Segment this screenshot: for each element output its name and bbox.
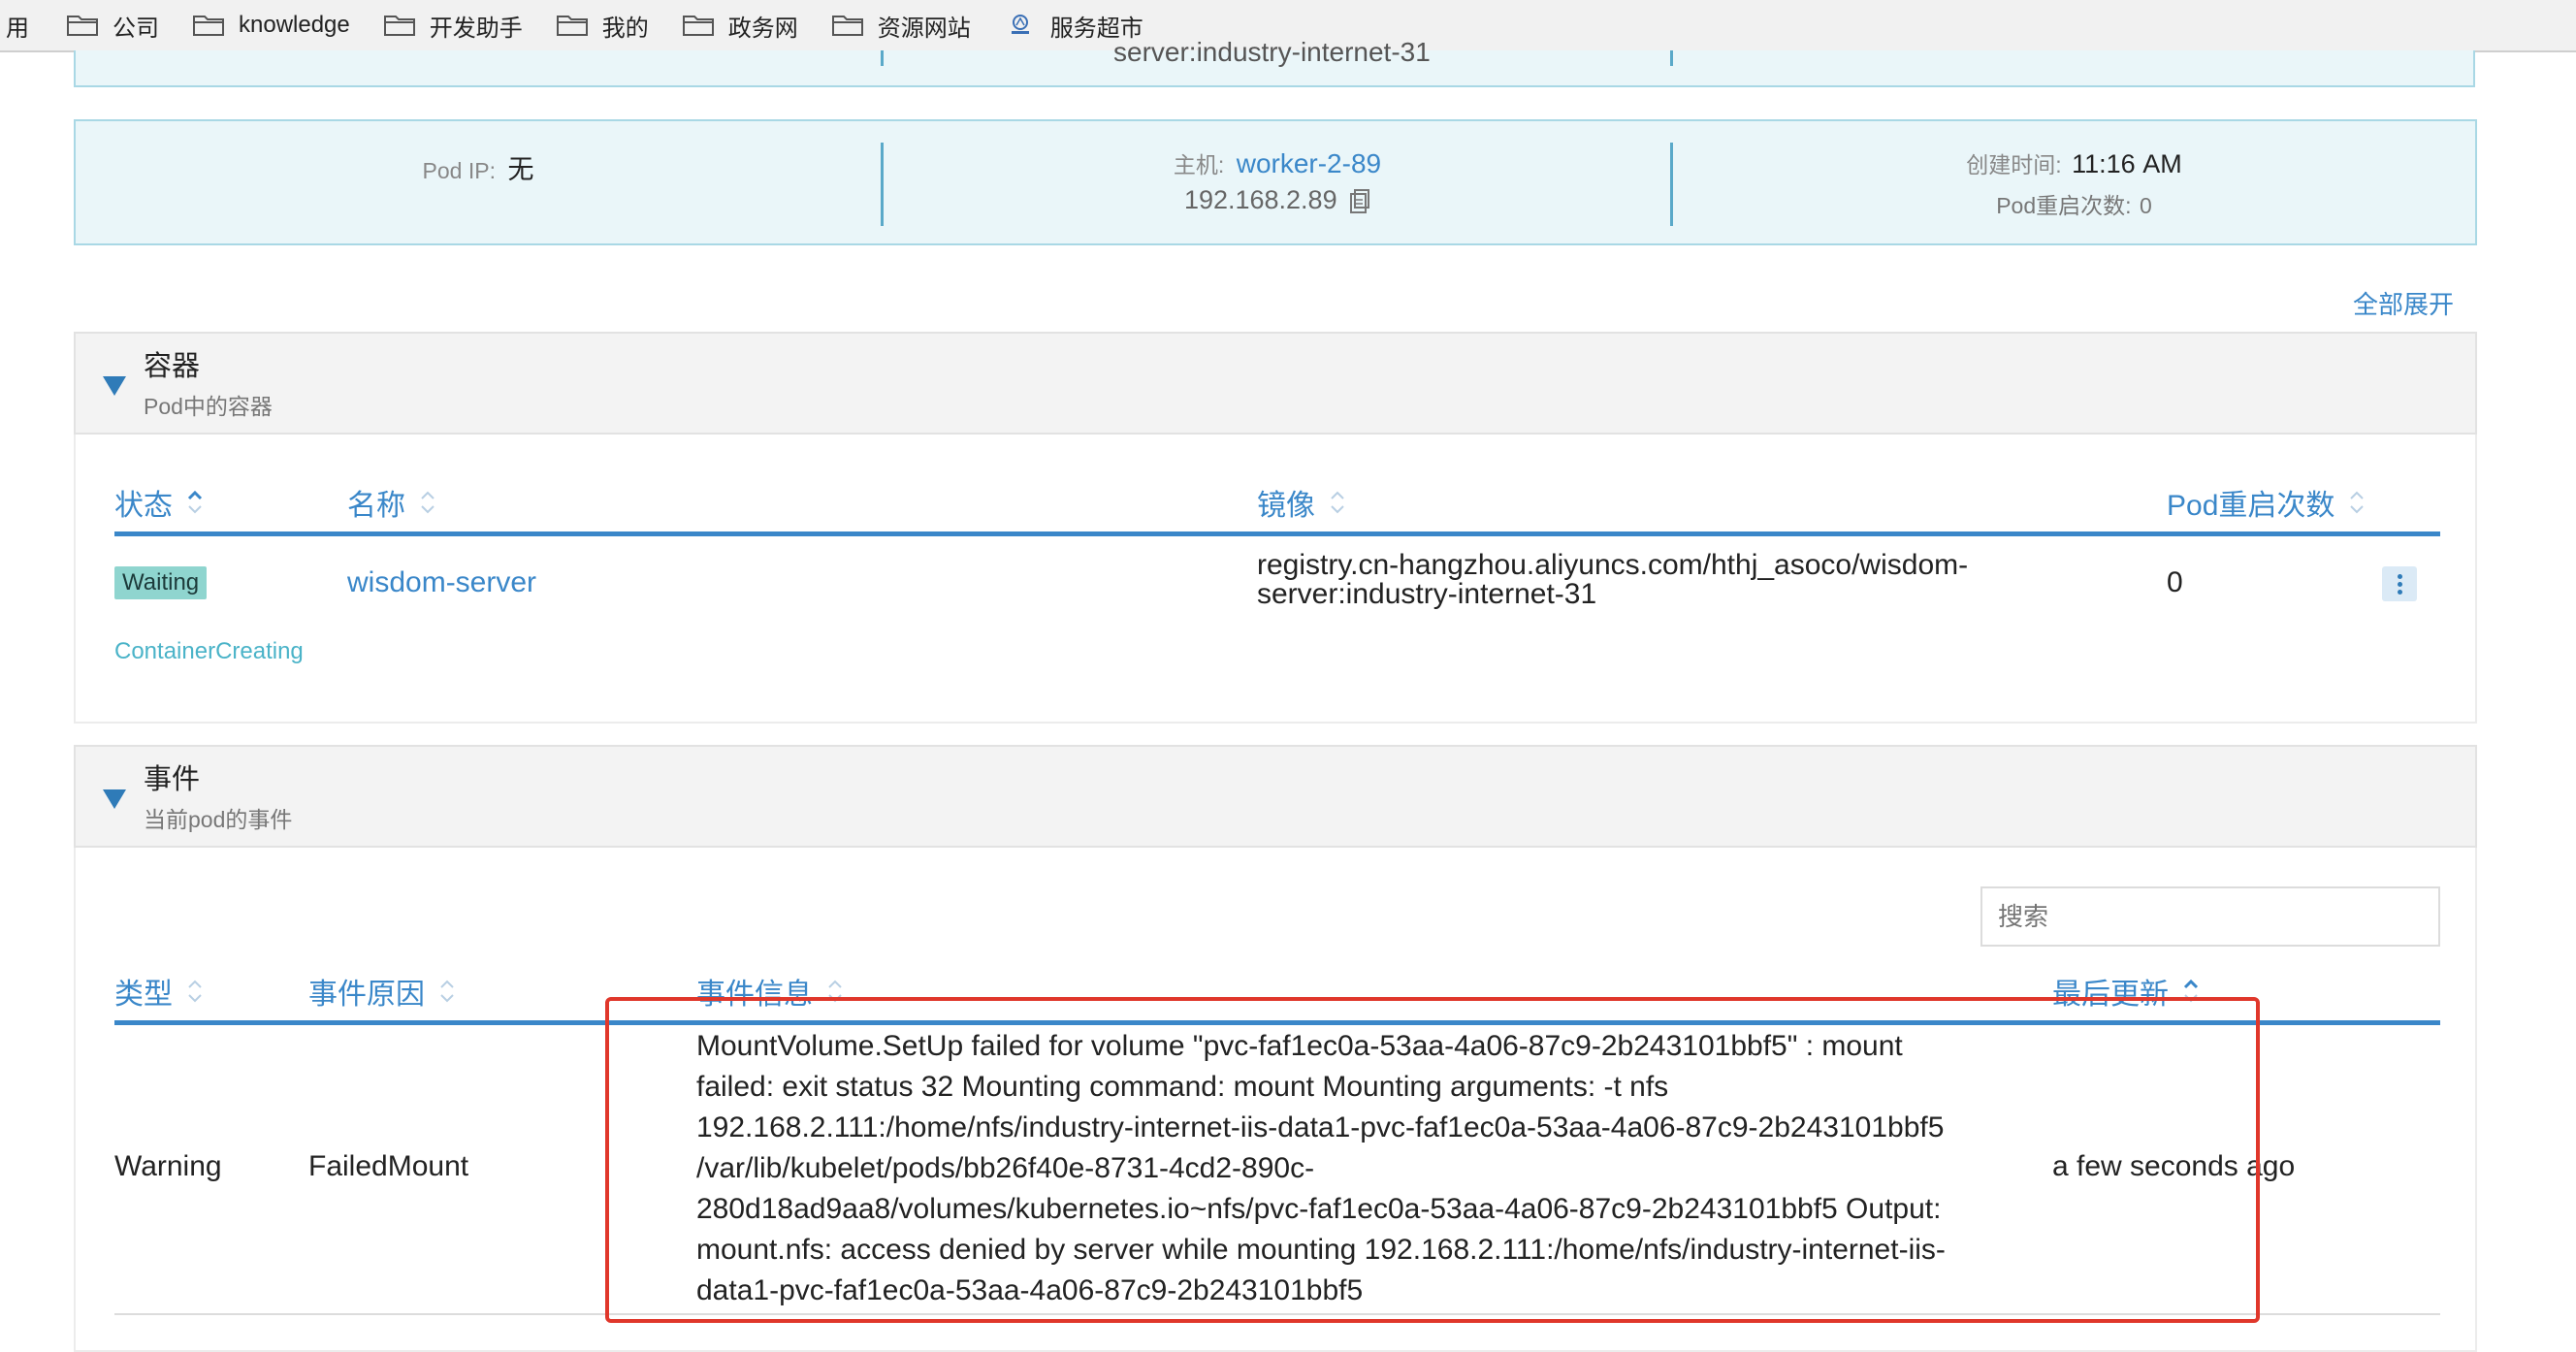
events-panel-body: 类型 事件原因 事件信息 最后更新 Warning FailedMount Mo… [74, 848, 2477, 1352]
host-cell: 主机: worker-2-89 192.168.2.89 [884, 121, 1671, 243]
bookmark-dev-helper[interactable]: 开发助手 [383, 9, 523, 43]
event-message-line: data1-pvc-faf1ec0a-53aa-4a06-87c9-2b2431… [696, 1274, 1364, 1306]
created-value: 11:16 AM [2072, 149, 2182, 178]
event-message: MountVolume.SetUp failed for volume "pvc… [696, 1026, 1946, 1311]
column-label: 事件原因 [308, 979, 425, 1011]
divider [1670, 50, 1673, 66]
site-logo-icon [1004, 14, 1037, 37]
bookmark-label: 政务网 [727, 15, 798, 42]
folder-icon [383, 14, 416, 37]
host-label: 主机: [1173, 152, 1225, 177]
column-header-image[interactable]: 镜像 [1257, 481, 1346, 524]
column-label: 状态 [114, 490, 173, 522]
event-message-line: mount.nfs: access denied by server while… [696, 1234, 1946, 1266]
sort-icon[interactable] [2348, 488, 2366, 517]
created-cell: 创建时间: 11:16 AM Pod重启次数: 0 [1673, 121, 2475, 243]
copy-icon[interactable] [1349, 189, 1370, 219]
event-message-line: MountVolume.SetUp failed for volume "pvc… [696, 1030, 1903, 1062]
status-badge: Waiting [114, 566, 208, 599]
column-header-name[interactable]: 名称 [347, 481, 436, 524]
restart-label: Pod重启次数: [1996, 193, 2132, 218]
column-header-message[interactable]: 事件信息 [696, 970, 844, 1013]
bookmark-label: knowledge [239, 12, 350, 38]
event-last-updated: a few seconds ago [2052, 1150, 2296, 1182]
collapse-triangle-icon[interactable] [103, 789, 126, 809]
created-label: 创建时间: [1966, 152, 2062, 177]
container-summary-box: server:industry-internet-31 [74, 37, 2475, 87]
restart-value: 0 [2139, 193, 2152, 218]
more-actions-icon[interactable] [2382, 566, 2417, 601]
bookmark-label: 公司 [113, 15, 159, 42]
sort-asc-icon[interactable] [186, 488, 204, 517]
event-message-line: failed: exit status 32 Mounting command:… [696, 1071, 1669, 1103]
sort-icon[interactable] [186, 977, 204, 1006]
panel-description: 当前pod的事件 [144, 807, 293, 832]
bookmark-label: 资源网站 [877, 15, 971, 42]
image-text-cut: server:industry-internet-31 [1113, 37, 1431, 67]
panel-description: Pod中的容器 [144, 394, 273, 419]
folder-icon [682, 14, 715, 37]
status-reason: ContainerCreating [114, 638, 304, 664]
column-label: 镜像 [1257, 490, 1315, 522]
bookmark-resources[interactable]: 资源网站 [831, 9, 971, 43]
column-label: 类型 [114, 979, 173, 1011]
image-line-1: registry.cn-hangzhou.aliyuncs.com/hthj_a… [1257, 549, 1969, 581]
panel-title: 事件 [144, 764, 201, 795]
event-message-line: 280d18ad9aa8/volumes/kubernetes.io~nfs/p… [696, 1193, 1942, 1225]
pod-info-box: Pod IP: 无 主机: worker-2-89 192.168.2.89 创… [74, 119, 2477, 245]
panel-title: 容器 [144, 351, 201, 382]
column-label: 事件信息 [696, 979, 813, 1011]
bookmark-gov[interactable]: 政务网 [682, 9, 798, 43]
pod-ip-label: Pod IP: [422, 158, 496, 183]
containers-panel-body: 状态 名称 镜像 Pod重启次数 Waiting wisdom-server r… [74, 435, 2477, 724]
sort-icon[interactable] [419, 488, 436, 517]
column-header-last-updated[interactable]: 最后更新 [2052, 970, 2200, 1013]
containers-panel-header[interactable]: 容器 Pod中的容器 [74, 332, 2477, 435]
column-label: 名称 [347, 490, 405, 522]
header-underline [114, 1020, 2440, 1025]
header-underline [114, 531, 2440, 536]
sort-asc-icon[interactable] [2182, 977, 2200, 1006]
event-reason: FailedMount [308, 1150, 469, 1182]
column-label: Pod重启次数 [2167, 490, 2335, 522]
folder-icon [831, 14, 864, 37]
column-label: 最后更新 [2052, 979, 2169, 1011]
restart-count: 0 [2167, 566, 2183, 598]
expand-all-link[interactable]: 全部展开 [2353, 285, 2454, 321]
bookmark-mine[interactable]: 我的 [556, 9, 649, 43]
container-name-link[interactable]: wisdom-server [347, 566, 536, 599]
row-divider [114, 1313, 2440, 1315]
column-header-status[interactable]: 状态 [114, 481, 204, 524]
sort-icon[interactable] [1329, 488, 1346, 517]
column-header-restarts[interactable]: Pod重启次数 [2167, 481, 2366, 524]
folder-icon [66, 14, 99, 37]
image-line-2: server:industry-internet-31 [1257, 578, 1597, 610]
column-header-type[interactable]: 类型 [114, 970, 204, 1013]
column-header-reason[interactable]: 事件原因 [308, 970, 456, 1013]
host-ip: 192.168.2.89 [1183, 185, 1337, 214]
bookmark-fragment[interactable]: 用 [6, 9, 29, 43]
pod-ip-cell: Pod IP: 无 [76, 121, 881, 243]
events-panel-header[interactable]: 事件 当前pod的事件 [74, 745, 2477, 848]
sort-icon[interactable] [438, 977, 456, 1006]
folder-icon [556, 14, 589, 37]
host-link[interactable]: worker-2-89 [1237, 148, 1381, 178]
bookmark-label: 开发助手 [429, 15, 523, 42]
pod-ip-value: 无 [507, 155, 534, 184]
bookmark-knowledge[interactable]: knowledge [192, 12, 350, 39]
bookmark-label: 我的 [601, 15, 649, 42]
bookmark-company[interactable]: 公司 [66, 9, 159, 43]
search-input[interactable] [1980, 886, 2440, 947]
event-message-line: 192.168.2.111:/home/nfs/industry-interne… [696, 1111, 1945, 1143]
divider [881, 50, 884, 66]
collapse-triangle-icon[interactable] [103, 376, 126, 396]
event-type: Warning [114, 1150, 222, 1182]
event-message-line: /var/lib/kubelet/pods/bb26f40e-8731-4cd2… [696, 1152, 1315, 1184]
folder-icon [192, 14, 225, 37]
sort-icon[interactable] [826, 977, 844, 1006]
